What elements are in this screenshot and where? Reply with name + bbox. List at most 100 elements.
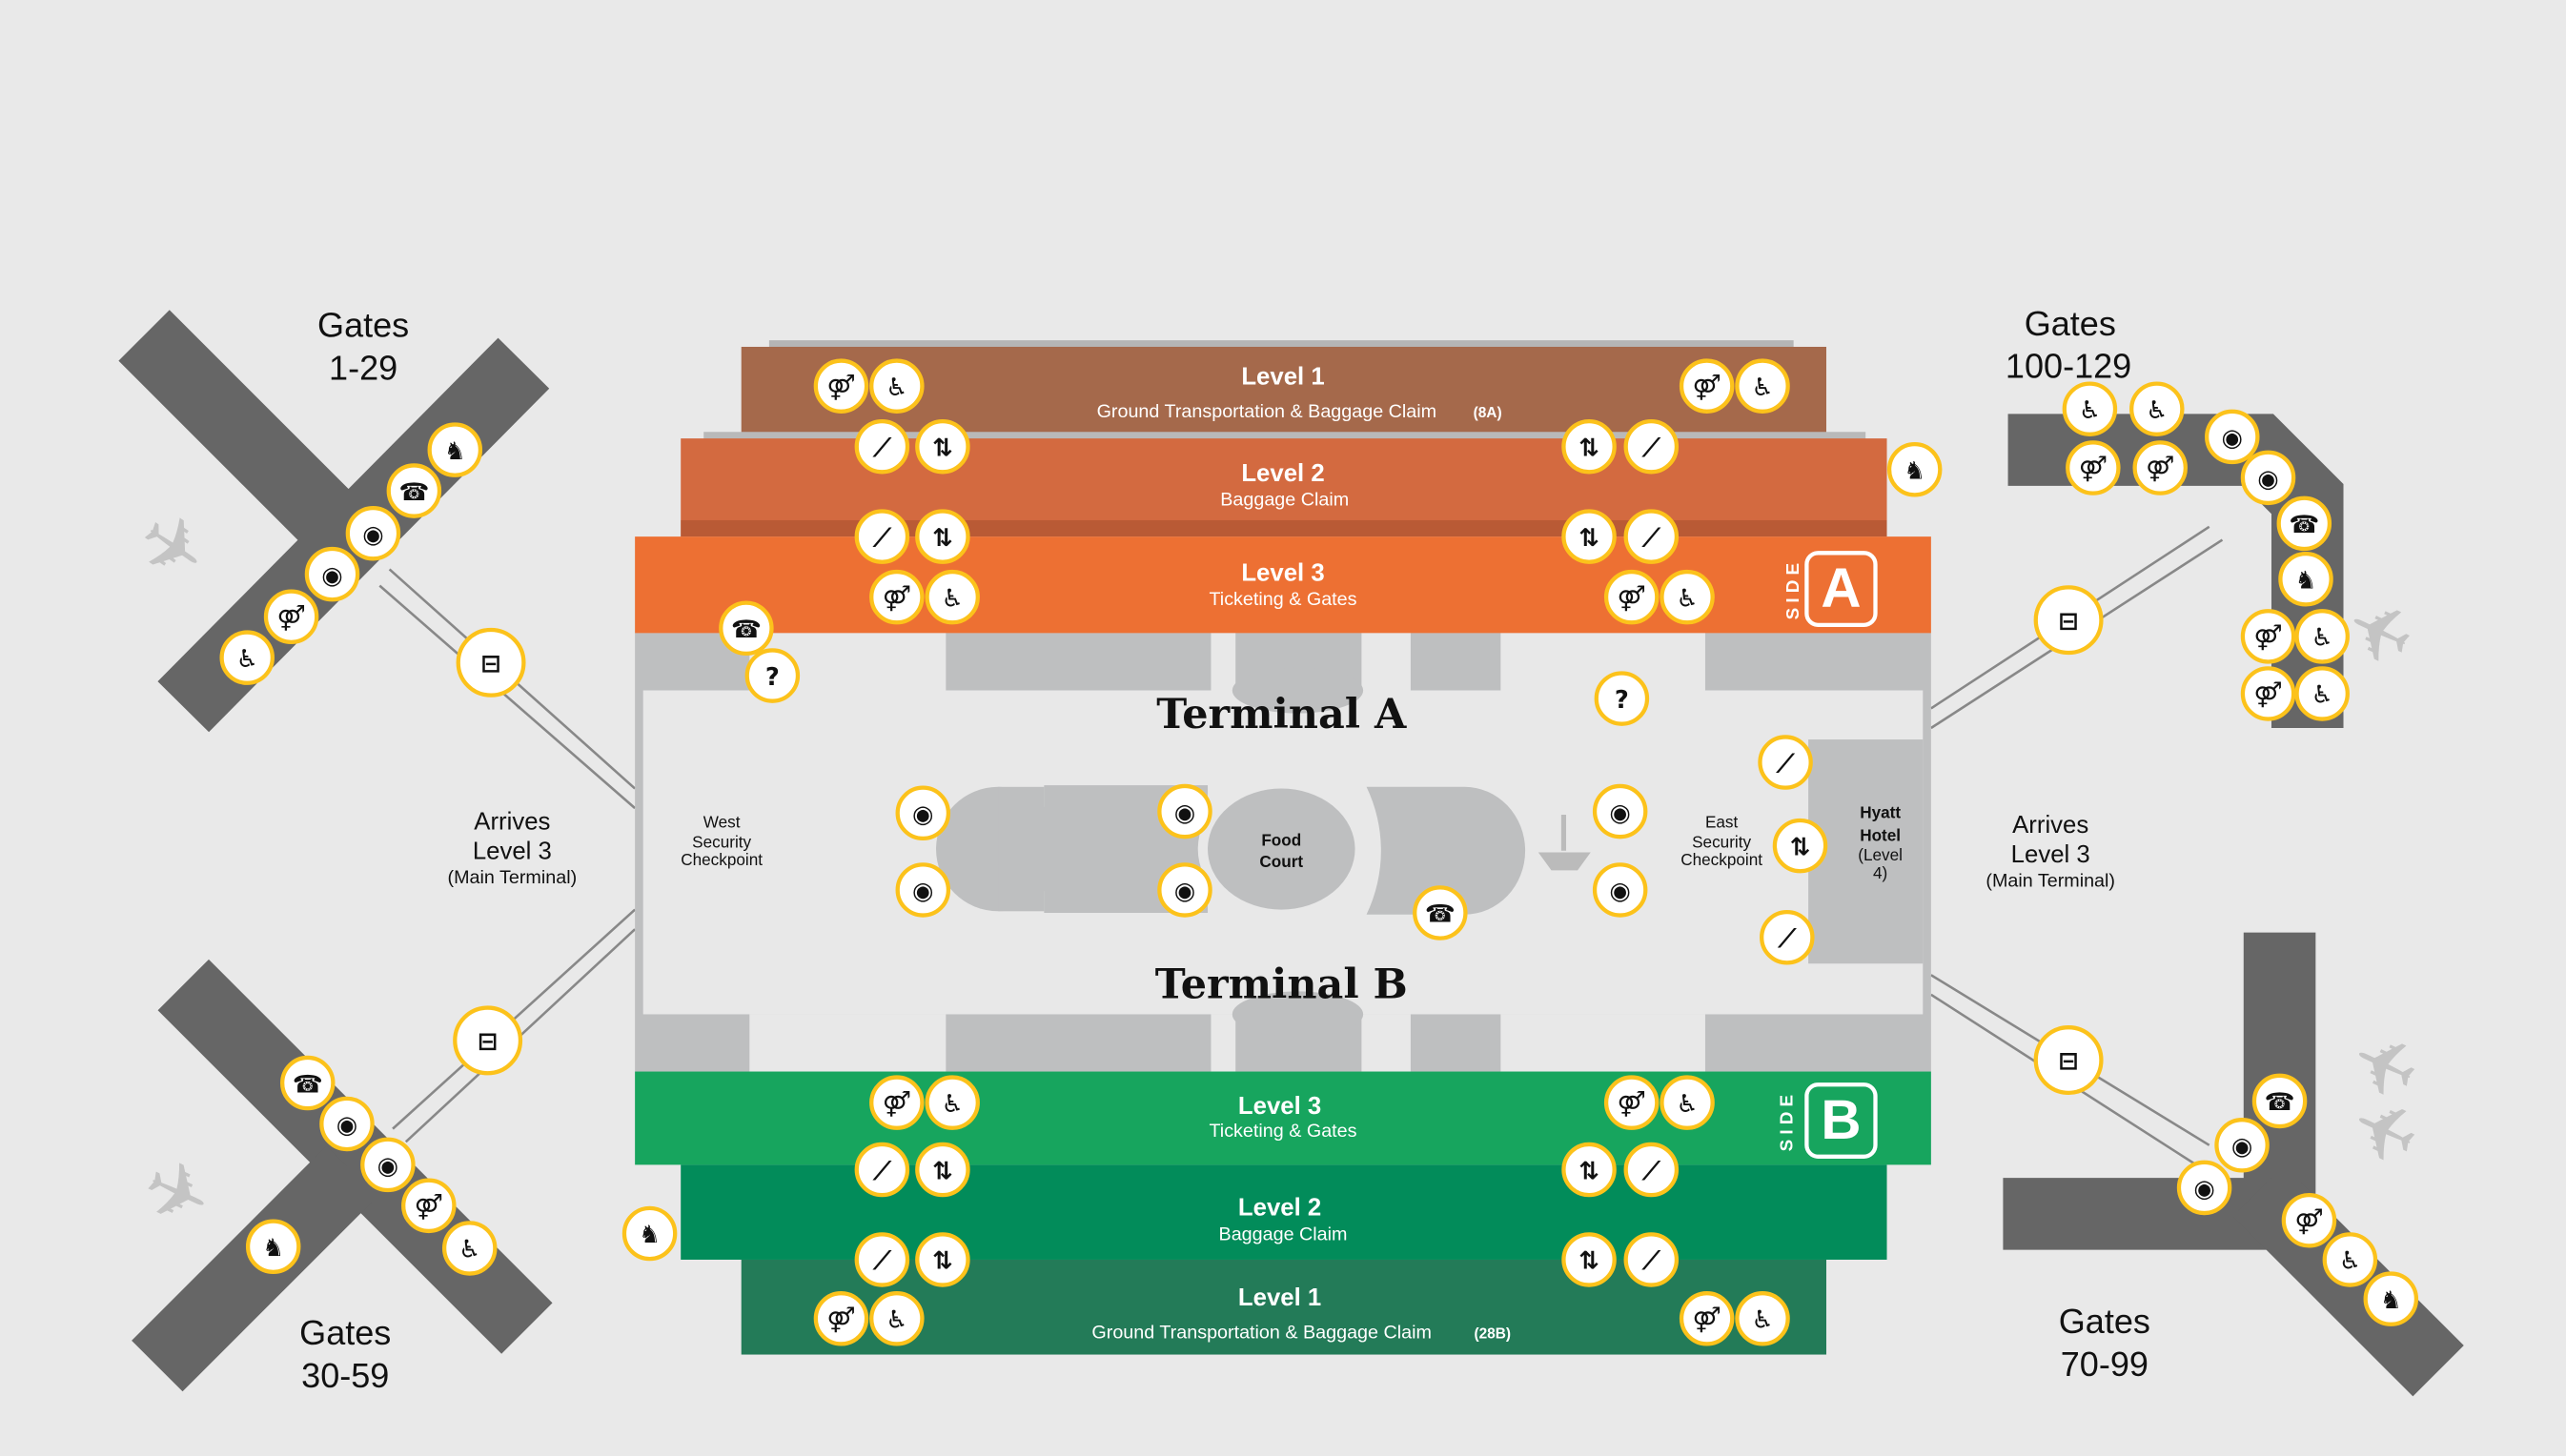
- elevator-icon: ⇅: [1561, 1232, 1617, 1287]
- train-icon: ⊟: [2033, 585, 2104, 656]
- accessible-icon-glyph: ♿: [458, 1236, 480, 1264]
- train-icon: ⊟: [2033, 1025, 2104, 1096]
- hotel-label-3: (Level: [1858, 845, 1903, 864]
- accessible-icon: ♿: [1735, 358, 1790, 414]
- train-icon-glyph: ⊟: [2058, 1047, 2079, 1076]
- eye-icon-glyph: ◉: [2231, 1133, 2252, 1162]
- accessible-icon-glyph: ♿: [236, 645, 258, 674]
- elevator-icon-glyph: ⇅: [1790, 833, 1811, 861]
- side-a-label: SIDE: [1783, 558, 1803, 620]
- arrivals-west-1: Arrives: [474, 808, 550, 835]
- arrivals-west-2: Level 3: [473, 838, 552, 864]
- accessible-icon: ♿: [441, 1221, 498, 1276]
- escalator-icon-glyph: ⟋: [872, 1157, 892, 1185]
- phone-icon-glyph: ☎: [293, 1070, 323, 1099]
- service-dog-icon-glyph: ♞: [2380, 1286, 2402, 1315]
- accessible-icon-glyph: ♿: [2146, 396, 2168, 425]
- escalator-icon-glyph: ⟋: [1641, 434, 1661, 462]
- eye-icon: ◉: [2240, 450, 2296, 506]
- elevator-icon-glyph: ⇅: [1578, 1157, 1599, 1185]
- accessible-icon: ♿: [2129, 381, 2185, 436]
- side-a-letter: A: [1821, 557, 1861, 619]
- eye-icon-glyph: ◉: [321, 561, 342, 590]
- escalator-icon: ⟋: [854, 418, 910, 475]
- east-checkpoint-label-1: East: [1705, 813, 1739, 832]
- escalator-icon: ⟋: [1758, 735, 1813, 790]
- eye-icon: ◉: [360, 1137, 416, 1193]
- eye-icon-glyph: ◉: [1174, 799, 1195, 827]
- accessible-icon: ♿: [2062, 381, 2118, 436]
- accessible-icon: ♿: [219, 630, 275, 685]
- side-b-level-2-title: Level 2: [1238, 1195, 1321, 1222]
- accessible-icon-glyph: ♿: [942, 584, 964, 613]
- accessible-icon-glyph: ♿: [942, 1090, 964, 1119]
- arrivals-east-2: Level 3: [2011, 841, 2090, 868]
- phone-icon: ☎: [2251, 1073, 2308, 1129]
- eye-icon: ◉: [895, 785, 951, 841]
- elevator-icon: ⇅: [915, 1232, 970, 1287]
- eye-icon-glyph: ◉: [2193, 1175, 2214, 1203]
- escalator-icon-glyph: ⟋: [1641, 524, 1661, 553]
- restroom-icon-glyph: ⚤: [883, 584, 911, 613]
- escalator-icon-glyph: ⟋: [872, 434, 892, 462]
- gates-ne-label-2: 100-129: [2006, 347, 2131, 386]
- restroom-icon: ⚤: [2066, 440, 2121, 495]
- elevator-icon-glyph: ⇅: [932, 1157, 953, 1185]
- west-checkpoint-label-2: Security: [692, 832, 751, 851]
- accessible-icon-glyph: ♿: [886, 1305, 907, 1334]
- escalator-icon-glyph: ⟋: [1641, 1247, 1661, 1276]
- arrivals-east-3: (Main Terminal): [1986, 871, 2115, 892]
- west-checkpoint-label-3: Checkpoint: [681, 850, 763, 869]
- escalator-icon: ⟋: [1623, 509, 1680, 564]
- accessible-icon-glyph: ♿: [2339, 1247, 2361, 1276]
- accessible-icon: ♿: [1660, 1075, 1715, 1130]
- eye-icon-glyph: ◉: [1174, 878, 1195, 906]
- terminal-b-label: Terminal B: [1155, 961, 1408, 1008]
- escalator-icon: ⟋: [1760, 909, 1815, 965]
- side-b-level-1-subtitle: Ground Transportation & Baggage Claim: [1091, 1322, 1432, 1343]
- terminal-a-label: Terminal A: [1156, 691, 1407, 738]
- service-dog-icon: ♞: [2363, 1271, 2419, 1326]
- accessible-icon-glyph: ♿: [2311, 681, 2333, 710]
- restroom-icon-glyph: ⚤: [826, 1305, 855, 1334]
- hotel-label-2: Hotel: [1860, 825, 1901, 844]
- escalator-icon: ⟋: [854, 1142, 910, 1198]
- train-icon: ⊟: [453, 1005, 523, 1076]
- service-dog-icon-glyph: ♞: [262, 1234, 284, 1263]
- restroom-icon-glyph: ⚤: [415, 1193, 443, 1222]
- escalator-icon: ⟋: [1623, 1142, 1680, 1198]
- gates-se-label-2: 70-99: [2061, 1345, 2149, 1384]
- service-dog-icon-glyph: ♞: [444, 437, 466, 466]
- restroom-icon: ⚤: [263, 589, 319, 645]
- gates-nw-label-1: Gates: [317, 306, 409, 345]
- service-dog-icon: ♞: [427, 422, 483, 477]
- accessible-icon: ♿: [925, 1075, 980, 1130]
- restroom-icon-glyph: ⚤: [2294, 1207, 2323, 1236]
- restroom-icon-glyph: ⚤: [2253, 624, 2282, 653]
- accessible-icon: ♿: [1660, 569, 1715, 625]
- phone-icon-glyph: ☎: [1425, 900, 1456, 929]
- elevator-icon: ⇅: [915, 509, 970, 564]
- side-a-level-2-title: Level 2: [1241, 460, 1324, 487]
- eye-icon: ◉: [1592, 862, 1648, 918]
- eye-icon: ◉: [1157, 862, 1212, 918]
- restroom-icon: ⚤: [1603, 569, 1660, 625]
- elevator-icon-glyph: ⇅: [932, 524, 953, 553]
- escalator-icon-glyph: ⟋: [1776, 750, 1796, 779]
- eye-icon-glyph: ◉: [1609, 878, 1630, 906]
- escalator-icon: ⟋: [854, 1232, 910, 1287]
- restroom-icon: ⚤: [2240, 609, 2296, 664]
- elevator-icon-glyph: ⇅: [1578, 434, 1599, 462]
- elevator-icon: ⇅: [915, 418, 970, 475]
- side-a-level-3-subtitle: Ticketing & Gates: [1209, 589, 1356, 610]
- escalator-icon-glyph: ⟋: [872, 524, 892, 553]
- train-icon-glyph: ⊟: [2058, 607, 2079, 636]
- side-b-badge: SIDE B: [1777, 1082, 1878, 1159]
- side-a-level-2-subtitle: Baggage Claim: [1220, 490, 1349, 511]
- eye-icon-glyph: ◉: [912, 800, 933, 829]
- restroom-icon: ⚤: [1679, 358, 1735, 414]
- arrivals-west-3: (Main Terminal): [448, 867, 578, 888]
- information-icon: ?: [1594, 671, 1650, 726]
- elevator-icon: ⇅: [1561, 418, 1617, 475]
- hotel-label-1: Hyatt: [1860, 802, 1901, 821]
